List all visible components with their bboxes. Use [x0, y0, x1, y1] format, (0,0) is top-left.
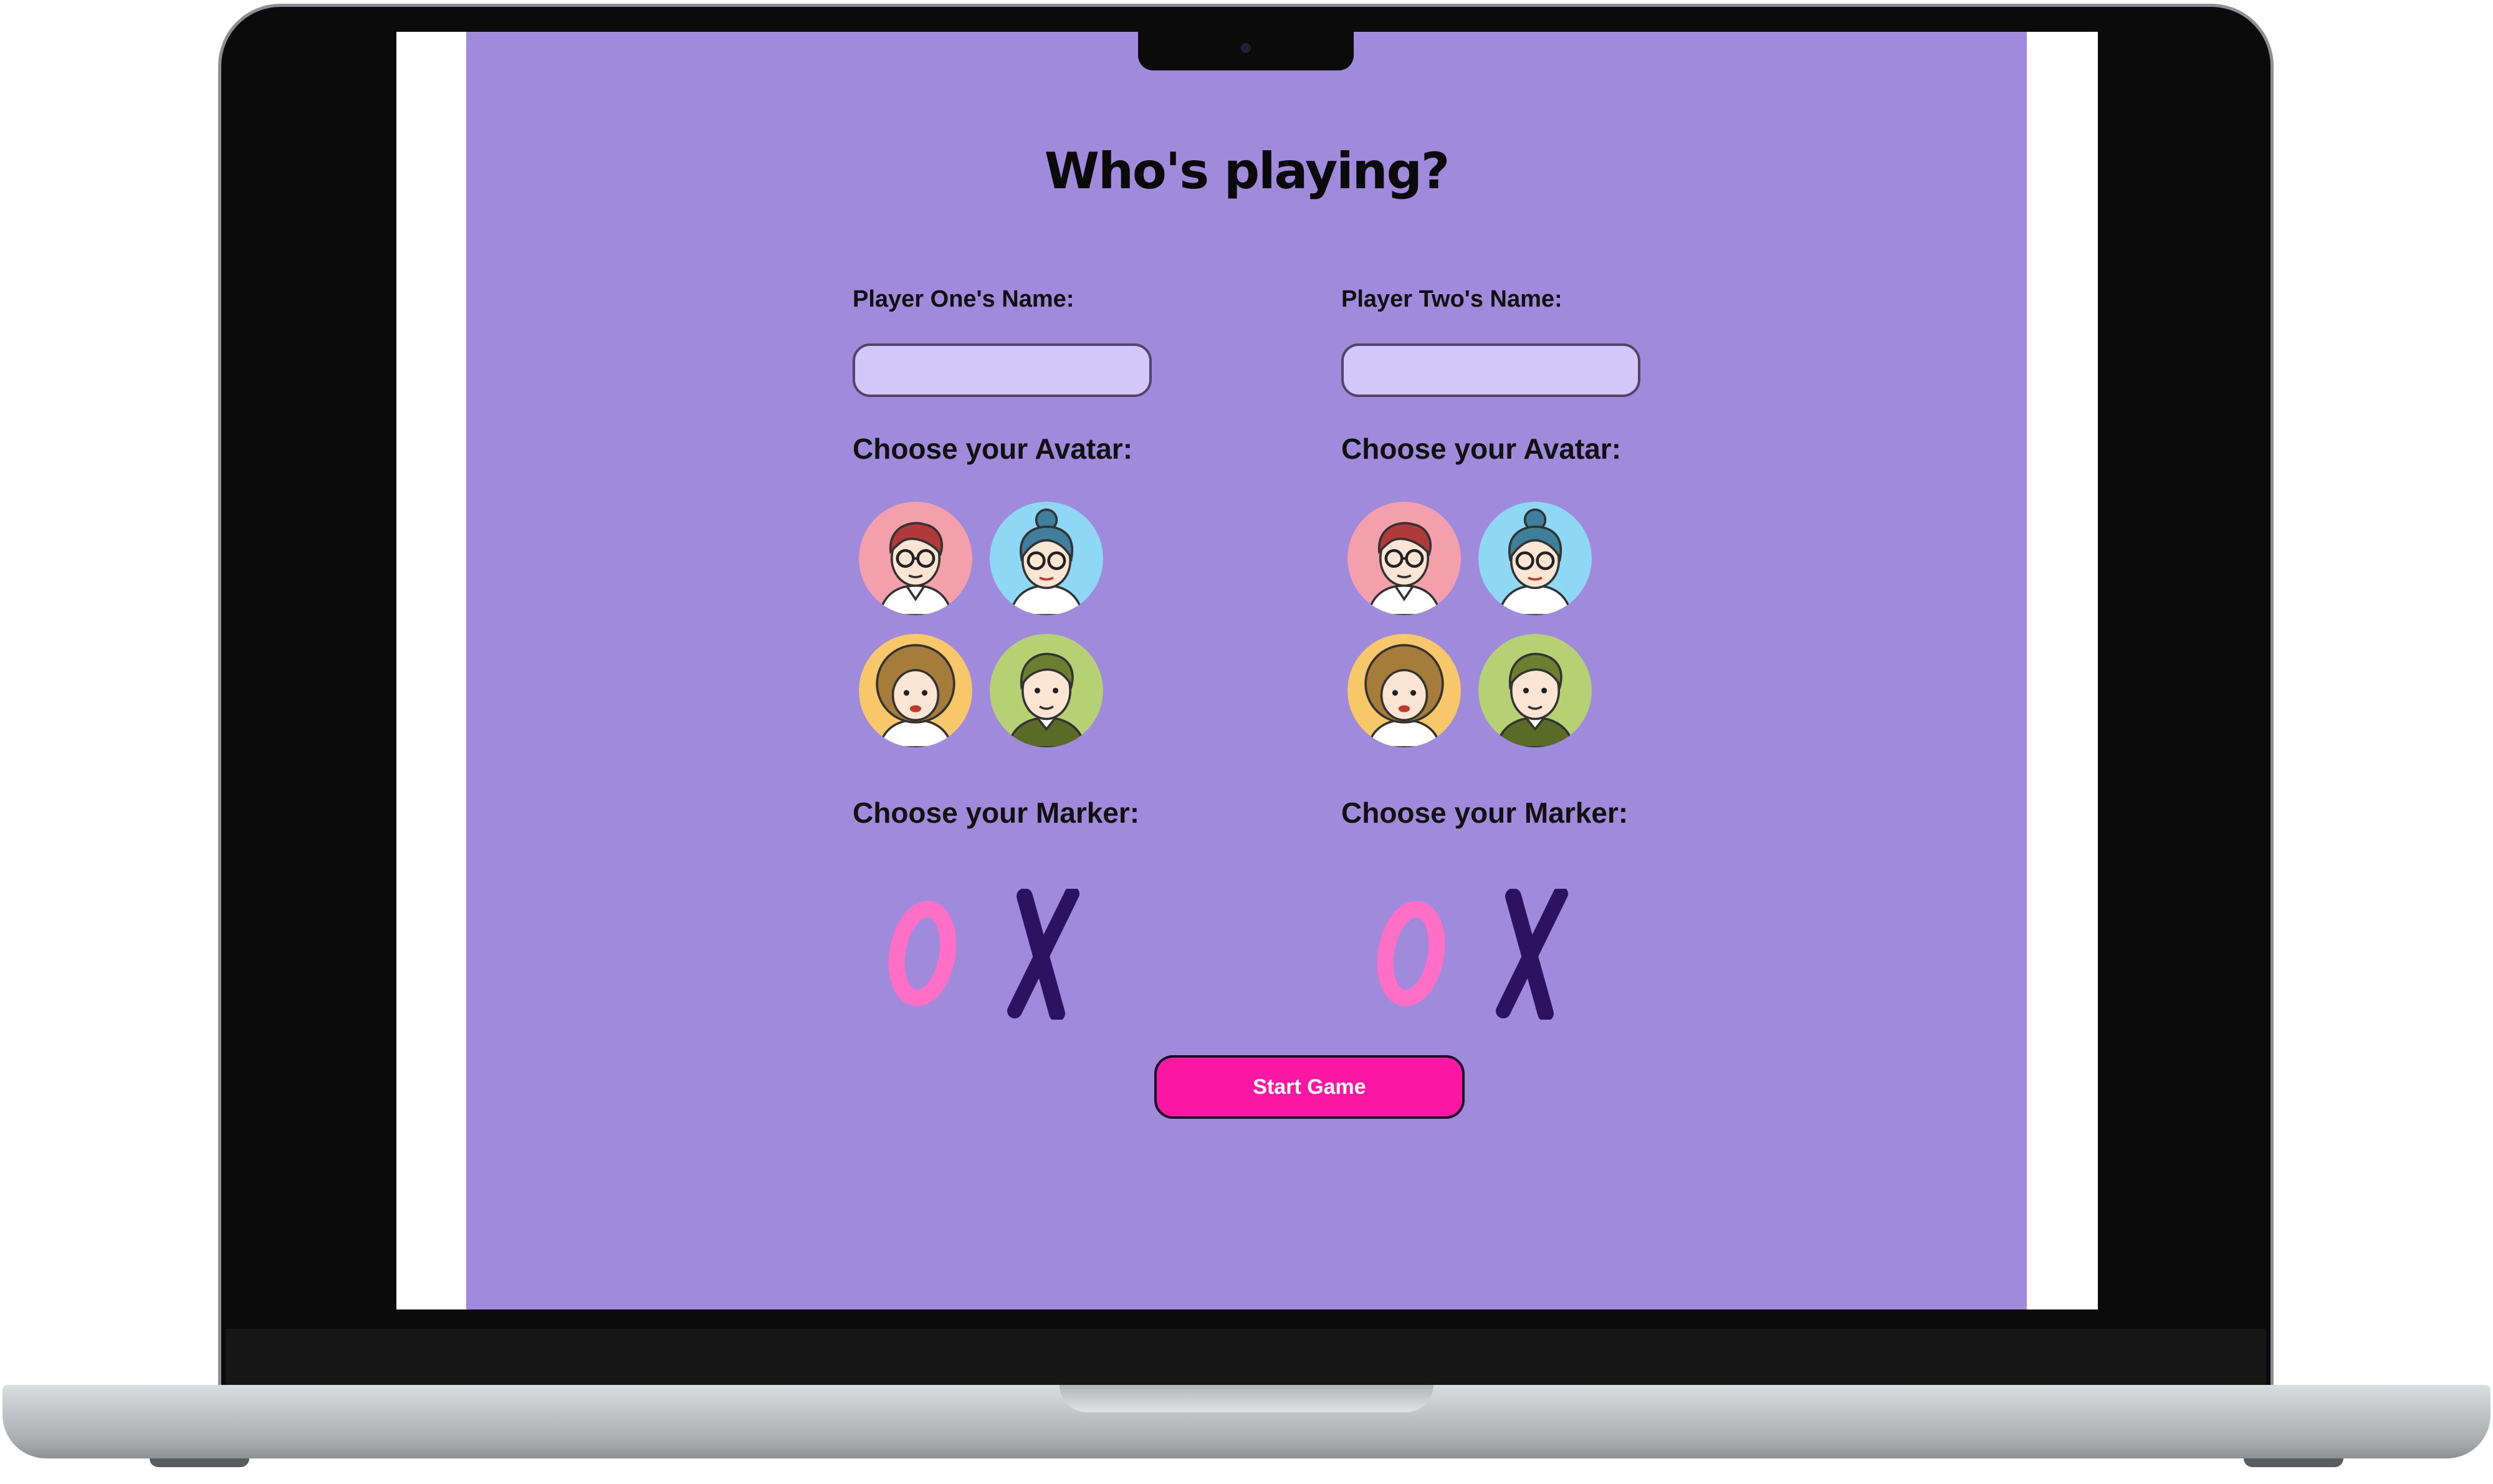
curly-haired-woman-avatar-icon — [1347, 634, 1461, 747]
laptop-foot-right — [2244, 1458, 2343, 1467]
woman-with-bun-avatar-icon — [1478, 502, 1592, 615]
player-one-avatar-label: Choose your Avatar: — [853, 433, 1133, 465]
player-two-avatar-label: Choose your Avatar: — [1341, 433, 1622, 465]
o-marker-icon — [1377, 901, 1445, 1007]
player-one-avatar-man-glasses[interactable] — [859, 502, 972, 615]
player-one-marker-label: Choose your Marker: — [853, 797, 1140, 829]
player-one-avatar-green-man[interactable] — [990, 634, 1103, 747]
screen: Who's playing? Player One's Name: Choose… — [396, 32, 2098, 1309]
player-two-avatar-green-man[interactable] — [1478, 634, 1592, 747]
player-setup-page: Who's playing? Player One's Name: Choose… — [466, 32, 2027, 1309]
player-two-avatar-curly-woman[interactable] — [1347, 634, 1461, 747]
o-marker-icon — [888, 901, 957, 1007]
player-one-avatar-woman-bun[interactable] — [990, 502, 1103, 615]
player-one-avatar-curly-woman[interactable] — [859, 634, 972, 747]
player-two-avatar-man-glasses[interactable] — [1347, 502, 1461, 615]
player-two-panel: Player Two's Name: Choose your Avatar: C… — [1341, 32, 1690, 1020]
laptop-base-notch — [1060, 1385, 1433, 1412]
green-shirt-man-avatar-icon — [1478, 634, 1592, 747]
green-shirt-man-avatar-icon — [990, 634, 1103, 747]
player-two-marker-label: Choose your Marker: — [1341, 797, 1629, 829]
x-marker-icon — [1496, 889, 1568, 1020]
player-two-name-input[interactable] — [1341, 343, 1640, 397]
start-game-button[interactable]: Start Game — [1154, 1055, 1465, 1119]
player-one-name-input[interactable] — [853, 343, 1152, 397]
page-title: Who's playing? — [1044, 142, 1450, 200]
laptop-chin — [226, 1329, 2266, 1391]
woman-with-bun-avatar-icon — [990, 502, 1103, 615]
player-two-name-label: Player Two's Name: — [1341, 286, 1562, 312]
x-marker-icon — [1007, 889, 1079, 1020]
camera-icon — [1241, 43, 1251, 53]
laptop-foot-left — [150, 1458, 249, 1467]
player-one-marker-o[interactable] — [879, 889, 966, 1020]
player-two-marker-o[interactable] — [1367, 889, 1455, 1020]
player-one-panel: Player One's Name: Choose your Avatar: C… — [853, 32, 1202, 1020]
man-with-glasses-avatar-icon — [1347, 502, 1461, 615]
player-one-name-label: Player One's Name: — [853, 286, 1074, 312]
player-two-avatar-woman-bun[interactable] — [1478, 502, 1592, 615]
player-one-marker-x[interactable] — [1002, 889, 1089, 1020]
curly-haired-woman-avatar-icon — [859, 634, 972, 747]
player-two-marker-x[interactable] — [1491, 889, 1578, 1020]
man-with-glasses-avatar-icon — [859, 502, 972, 615]
